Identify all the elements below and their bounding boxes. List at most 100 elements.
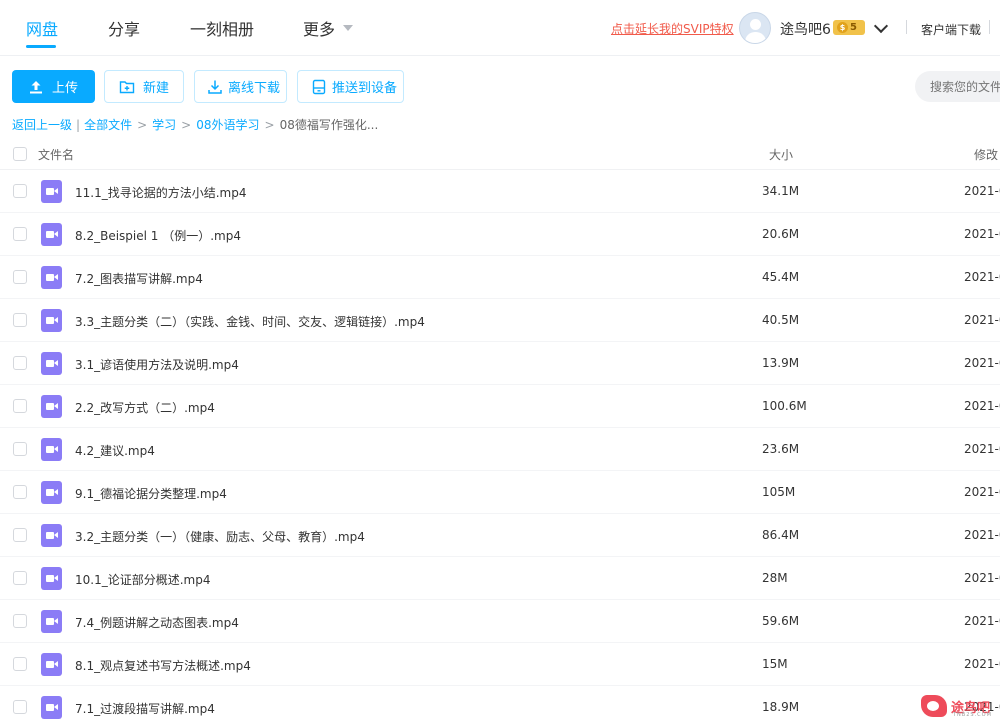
file-modified-date: 2021-0 xyxy=(964,528,1000,542)
file-name[interactable]: 8.1_观点复述书写方法概述.mp4 xyxy=(75,657,251,674)
file-modified-date: 2021-0 xyxy=(964,227,1000,241)
table-row[interactable]: 7.1_过渡段描写讲解.mp418.9M2021-0 xyxy=(0,686,1000,721)
avatar-body-shape xyxy=(745,32,766,43)
video-file-icon xyxy=(41,524,62,547)
table-row[interactable]: 2.2_改写方式（二）.mp4 100.6M 2021-0 xyxy=(0,385,1000,428)
column-header-modified[interactable]: 修改日期 xyxy=(974,146,1000,163)
file-list: 11.1_找寻论据的方法小结.mp434.1M2021-08.2_Beispie… xyxy=(0,170,1000,721)
watermark-logo xyxy=(921,695,947,717)
row-checkbox[interactable] xyxy=(13,442,27,456)
breadcrumb-all-files[interactable]: 全部文件 xyxy=(84,118,132,132)
camera-body-shape xyxy=(46,446,54,453)
file-name[interactable]: 2.2_改写方式（二）.mp4 xyxy=(75,399,215,416)
table-row[interactable]: 3.3_主题分类（二）（实践、金钱、时间、交友、逻辑链接）.mp4 40.5M 20… xyxy=(0,299,1000,342)
row-checkbox[interactable] xyxy=(13,313,27,327)
file-name[interactable]: 3.3_主题分类（二）（实践、金钱、时间、交友、逻辑链接）.mp4 xyxy=(75,313,425,330)
file-name[interactable]: 7.4_例题讲解之动态图表.mp4 xyxy=(75,614,239,631)
svip-renew-link[interactable]: 点击延长我的SVIP特权 xyxy=(611,20,734,37)
file-name[interactable]: 7.1_过渡段描写讲解.mp4 xyxy=(75,700,215,717)
row-checkbox[interactable] xyxy=(13,184,27,198)
avatar-head-shape xyxy=(750,19,761,30)
row-checkbox[interactable] xyxy=(13,700,27,714)
row-checkbox[interactable] xyxy=(13,657,27,671)
breadcrumb-back[interactable]: 返回上一级 xyxy=(12,118,72,132)
search-input[interactable] xyxy=(915,71,1000,102)
tab-share[interactable]: 分享 xyxy=(108,16,140,40)
row-checkbox[interactable] xyxy=(13,399,27,413)
file-name[interactable]: 3.1_谚语使用方法及说明.mp4 xyxy=(75,356,239,373)
tab-netdisk[interactable]: 网盘 xyxy=(26,16,58,40)
row-checkbox[interactable] xyxy=(13,270,27,284)
table-row[interactable]: 9.1_德福论据分类整理.mp4 105M 2021-0 xyxy=(0,471,1000,514)
username[interactable]: 途鸟吧6 xyxy=(780,19,831,39)
upload-button[interactable]: 上传 xyxy=(12,70,95,103)
device-icon xyxy=(311,79,327,95)
camera-lens-shape xyxy=(54,274,58,280)
file-size: 18.9M xyxy=(762,700,800,714)
column-header-size[interactable]: 大小 xyxy=(769,146,793,163)
camera-lens-shape xyxy=(54,618,58,624)
file-size: 100.6M xyxy=(762,399,807,413)
table-row[interactable]: 3.2_主题分类（一）（健康、励志、父母、教育）.mp4 86.4M 2021-0 xyxy=(0,514,1000,557)
camera-lens-shape xyxy=(54,532,58,538)
tab-more[interactable]: 更多 xyxy=(303,16,335,40)
row-checkbox[interactable] xyxy=(13,614,27,628)
file-size: 13.9M xyxy=(762,356,800,370)
download-icon xyxy=(207,79,223,95)
client-download-link[interactable]: 客户端下载 xyxy=(921,21,981,38)
file-size: 40.5M xyxy=(762,313,800,327)
file-size: 23.6M xyxy=(762,442,800,456)
table-row[interactable]: 10.1_论证部分概述.mp4 28M 2021-0 xyxy=(0,557,1000,600)
divider xyxy=(989,20,990,34)
column-header-name[interactable]: 文件名 xyxy=(38,146,74,163)
table-row[interactable]: 4.2_建议.mp4 23.6M 2021-0 xyxy=(0,428,1000,471)
chevron-down-icon[interactable] xyxy=(873,18,889,34)
table-row[interactable]: 7.2_图表描写讲解.mp4 45.4M 2021-0 xyxy=(0,256,1000,299)
file-name[interactable]: 7.2_图表描写讲解.mp4 xyxy=(75,270,203,287)
table-row[interactable]: 8.2_Beispiel 1 （例一）.mp4 20.6M 2021-0 xyxy=(0,213,1000,256)
row-checkbox[interactable] xyxy=(13,528,27,542)
tab-album[interactable]: 一刻相册 xyxy=(190,16,254,40)
breadcrumb-separator: > xyxy=(181,118,192,132)
video-file-icon xyxy=(41,352,62,375)
camera-body-shape xyxy=(46,489,54,496)
file-name[interactable]: 9.1_德福论据分类整理.mp4 xyxy=(75,485,227,502)
file-modified-date: 2021-0 xyxy=(964,184,1000,198)
camera-body-shape xyxy=(46,661,54,668)
table-row[interactable]: 3.1_谚语使用方法及说明.mp4 13.9M 2021-0 xyxy=(0,342,1000,385)
offline-download-label: 离线下载 xyxy=(228,81,281,96)
row-checkbox[interactable] xyxy=(13,227,27,241)
row-checkbox[interactable] xyxy=(13,571,27,585)
row-checkbox[interactable] xyxy=(13,485,27,499)
file-size: 20.6M xyxy=(762,227,800,241)
new-folder-button[interactable]: 新建 xyxy=(104,70,184,103)
file-modified-date: 2021-0 xyxy=(964,485,1000,499)
camera-lens-shape xyxy=(54,446,58,452)
file-name[interactable]: 3.2_主题分类（一）（健康、励志、父母、教育）.mp4 xyxy=(75,528,365,545)
file-name[interactable]: 4.2_建议.mp4 xyxy=(75,442,155,459)
push-device-button[interactable]: 推送到设备 xyxy=(297,70,404,103)
avatar[interactable] xyxy=(739,12,771,44)
row-checkbox[interactable] xyxy=(13,356,27,370)
camera-lens-shape xyxy=(54,704,58,710)
select-all-checkbox[interactable] xyxy=(13,147,27,161)
table-row[interactable]: 8.1_观点复述书写方法概述.mp4 15M 2021-0 xyxy=(0,643,1000,686)
offline-download-button[interactable]: 离线下载 xyxy=(194,70,287,103)
file-modified-date: 2021-0 xyxy=(964,614,1000,628)
table-row[interactable]: 11.1_找寻论据的方法小结.mp4 34.1M 2021-0 xyxy=(0,170,1000,213)
breadcrumb-separator: > xyxy=(264,118,275,132)
file-name[interactable]: 8.2_Beispiel 1 （例一）.mp4 xyxy=(75,227,241,244)
caret-down-icon[interactable] xyxy=(343,25,353,31)
watermark-subtext: TNB2S.COM xyxy=(953,712,992,718)
file-name[interactable]: 11.1_找寻论据的方法小结.mp4 xyxy=(75,184,246,201)
video-file-icon xyxy=(41,567,62,590)
watermark: 途鸟吧 TNB2S.COM xyxy=(921,694,992,718)
camera-body-shape xyxy=(46,274,54,281)
breadcrumb-foreign-language[interactable]: 08外语学习 xyxy=(196,118,259,132)
file-modified-date: 2021-0 xyxy=(964,270,1000,284)
video-file-icon xyxy=(41,180,62,203)
vip-badge: $5 xyxy=(833,20,865,35)
breadcrumb-study[interactable]: 学习 xyxy=(152,118,176,132)
table-row[interactable]: 7.4_例题讲解之动态图表.mp4 59.6M 2021-0 xyxy=(0,600,1000,643)
file-name[interactable]: 10.1_论证部分概述.mp4 xyxy=(75,571,210,588)
